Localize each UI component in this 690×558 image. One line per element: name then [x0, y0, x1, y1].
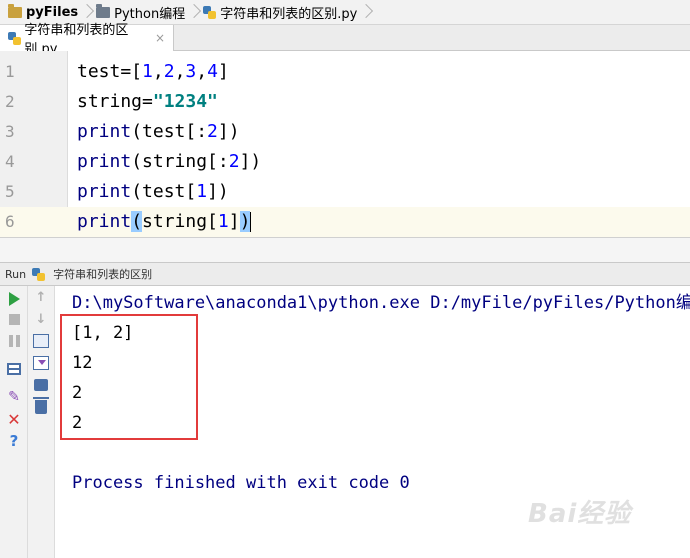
- line-number: 6: [5, 212, 15, 231]
- layout-icon: [7, 363, 21, 375]
- trash-icon: [33, 397, 49, 414]
- code-token: test=[: [77, 61, 143, 82]
- code-token: ,: [196, 61, 208, 82]
- console-exit-message: Process finished with exit code 0: [72, 473, 410, 493]
- code-line[interactable]: 5 print(test[1]): [0, 177, 690, 207]
- code-token: 4: [207, 61, 218, 82]
- code-text: print(string[1]): [77, 207, 252, 237]
- code-token: 1: [142, 61, 153, 82]
- pause-icon: [8, 335, 20, 347]
- breadcrumb-file[interactable]: 字符串和列表的区别.py: [203, 0, 357, 25]
- folder-icon: [96, 3, 111, 18]
- code-text: test=[1,2,3,4]: [77, 57, 229, 87]
- run-config-name[interactable]: 字符串和列表的区别: [53, 266, 152, 282]
- close-run-button[interactable]: ✕: [5, 409, 23, 429]
- line-number: 4: [5, 152, 15, 171]
- code-token: print: [77, 151, 132, 172]
- editor-tab-bar: 字符串和列表的区别.py ×: [0, 23, 690, 57]
- arrow-down-icon: ↓: [35, 311, 47, 327]
- code-token: ]: [228, 211, 240, 232]
- run-toolbar-primary: ✎ ✕ ?: [0, 286, 28, 558]
- code-token: 1: [196, 181, 208, 202]
- print-button[interactable]: [32, 376, 50, 394]
- line-number: 2: [5, 92, 15, 111]
- code-token: ]): [207, 181, 229, 202]
- stop-button[interactable]: [5, 310, 23, 328]
- code-line[interactable]: 6 print(string[1]): [0, 207, 690, 237]
- breadcrumb-separator-icon: [189, 0, 199, 25]
- code-token: (: [131, 211, 143, 232]
- code-token: string=: [77, 91, 153, 112]
- output-highlight-box: [60, 314, 198, 440]
- code-token: 1: [217, 211, 229, 232]
- python-file-icon: [203, 5, 217, 19]
- close-icon[interactable]: ×: [155, 31, 165, 45]
- soft-wrap-button[interactable]: [32, 332, 50, 350]
- code-token: 2: [163, 61, 175, 82]
- run-toolwindow-header: Run 字符串和列表的区别: [0, 262, 690, 286]
- python-file-icon: [8, 31, 21, 45]
- tab-active-file[interactable]: 字符串和列表的区别.py ×: [0, 23, 174, 57]
- code-token: ]): [239, 151, 262, 172]
- code-text: print(test[:2]): [77, 117, 240, 147]
- clear-all-button[interactable]: [32, 397, 50, 416]
- scroll-down-button[interactable]: ↓: [32, 310, 50, 328]
- code-token: (test[: [131, 181, 197, 202]
- code-token: print: [77, 121, 132, 142]
- run-label: Run: [5, 267, 27, 281]
- code-text: print(test[1]): [77, 177, 229, 207]
- breadcrumb-file-label: 字符串和列表的区别.py: [220, 6, 358, 22]
- line-number: 1: [5, 62, 15, 81]
- line-number: 5: [5, 182, 15, 201]
- code-text: string="1234": [77, 87, 218, 117]
- code-token: (string[:: [131, 151, 229, 172]
- help-button[interactable]: ?: [5, 432, 23, 450]
- code-token: 2: [228, 151, 240, 172]
- code-token: print: [77, 211, 132, 232]
- printer-icon: [34, 379, 48, 391]
- code-token: print: [77, 181, 132, 202]
- code-editor[interactable]: 1 test=[1,2,3,4] 2 string="1234" 3 print(test…: [0, 51, 690, 237]
- code-token: ,: [174, 61, 186, 82]
- restore-layout-button[interactable]: [5, 360, 23, 378]
- code-token: ]: [217, 61, 229, 82]
- stop-icon: [8, 313, 20, 325]
- code-token: 2: [207, 121, 218, 142]
- code-token: string[: [142, 211, 218, 232]
- breadcrumb-separator-icon: [361, 0, 371, 25]
- folder-icon: [8, 3, 22, 18]
- help-icon: ?: [9, 432, 19, 450]
- pause-button[interactable]: [5, 332, 23, 350]
- run-toolbar-secondary: ↑ ↓: [28, 286, 55, 558]
- code-line[interactable]: 2 string="1234": [0, 87, 690, 117]
- scroll-to-end-icon: [33, 356, 49, 370]
- arrow-up-icon: ↑: [35, 289, 47, 305]
- close-icon: ✕: [7, 409, 21, 429]
- text-caret: [250, 212, 252, 232]
- breadcrumb-project-label: pyFiles: [26, 4, 79, 20]
- code-token: ,: [152, 61, 164, 82]
- scroll-up-button[interactable]: ↑: [32, 288, 50, 306]
- pin-tab-button[interactable]: ✎: [5, 388, 23, 406]
- code-token: ]): [217, 121, 240, 142]
- code-token: (test[:: [131, 121, 208, 142]
- pin-icon: ✎: [8, 389, 20, 405]
- scroll-to-end-button[interactable]: [32, 354, 50, 372]
- editor-splitter[interactable]: [0, 237, 690, 262]
- code-token: ): [239, 211, 251, 232]
- line-number: 3: [5, 122, 15, 141]
- rerun-button[interactable]: [5, 290, 23, 308]
- code-token: 3: [185, 61, 197, 82]
- code-text: print(string[:2]): [77, 147, 261, 177]
- python-file-icon: [32, 267, 46, 281]
- code-token: "1234": [152, 91, 218, 112]
- soft-wrap-icon: [33, 334, 49, 348]
- code-line[interactable]: 3 print(test[:2]): [0, 117, 690, 147]
- code-line[interactable]: 4 print(string[:2]): [0, 147, 690, 177]
- baidu-watermark: Bai经验: [528, 499, 632, 529]
- play-icon: [8, 292, 20, 306]
- code-line[interactable]: 1 test=[1,2,3,4]: [0, 57, 690, 87]
